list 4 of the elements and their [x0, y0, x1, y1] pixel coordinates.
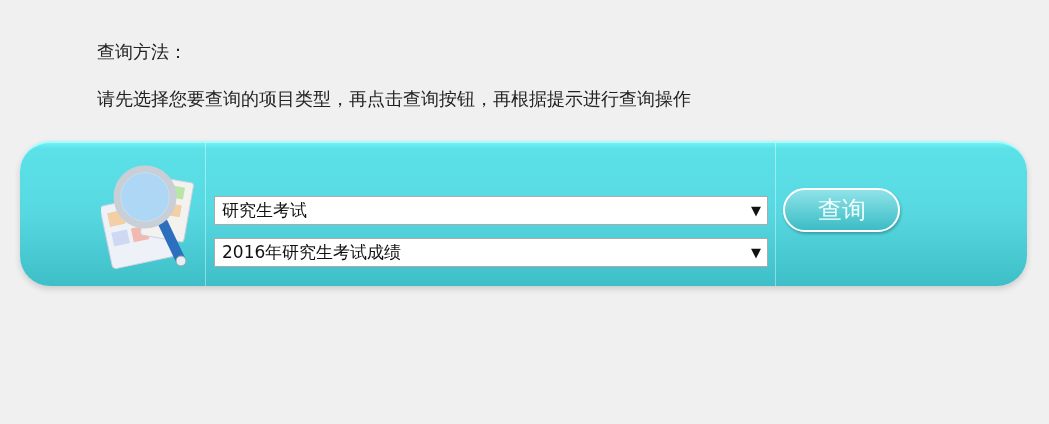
instructions-text: 请先选择您要查询的项目类型，再点击查询按钮，再根据提示进行查询操作: [97, 87, 692, 111]
dropdown[interactable]: 研究生考试 ▼: [214, 196, 768, 225]
dropdown[interactable]: 2016年研究生考试成绩 ▼: [214, 238, 768, 267]
instructions-title: 查询方法：: [97, 40, 188, 64]
